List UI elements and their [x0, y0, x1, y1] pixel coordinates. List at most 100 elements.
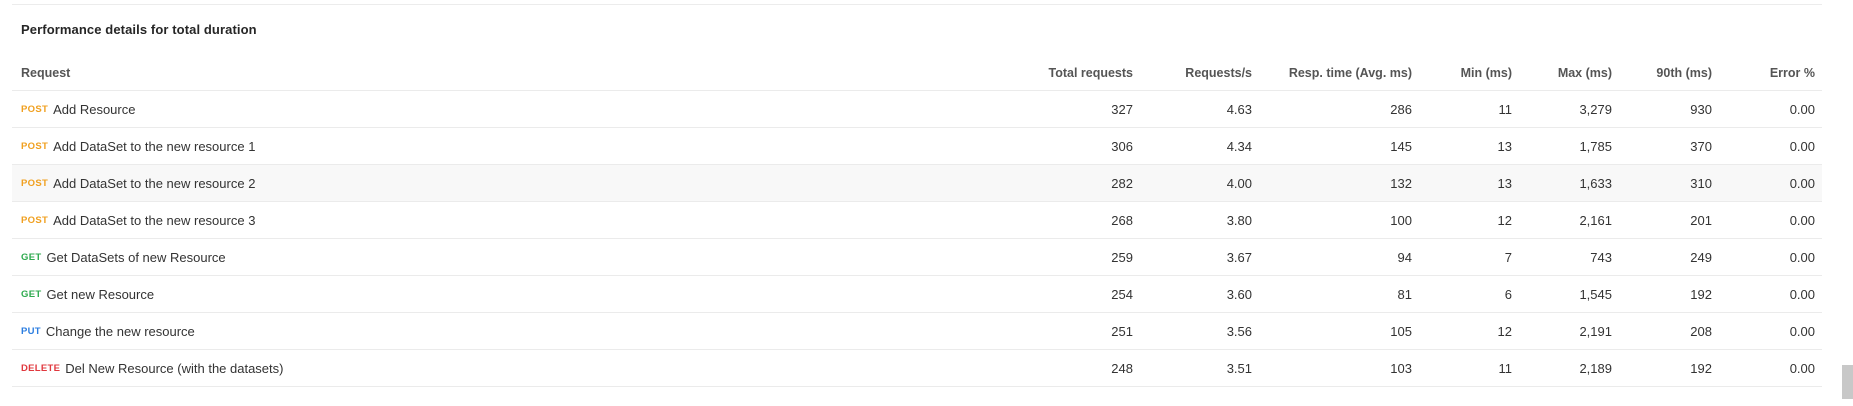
request-cell: POST Add Resource — [21, 91, 135, 127]
requests-per-second-cell: 4.34 — [1226, 138, 1252, 154]
min-cell: 11 — [1498, 360, 1513, 376]
error-percent-cell: 0.00 — [1789, 249, 1815, 265]
requests-per-second-cell: 4.00 — [1226, 175, 1252, 191]
p90-cell: 249 — [1690, 249, 1712, 265]
method-badge-post: POST — [21, 214, 49, 226]
response-time-cell: 100 — [1390, 212, 1412, 228]
request-cell: PUT Change the new resource — [21, 313, 195, 349]
min-cell: 11 — [1498, 101, 1513, 117]
p90-cell: 930 — [1690, 101, 1712, 117]
response-time-cell: 103 — [1390, 360, 1412, 376]
error-percent-cell: 0.00 — [1789, 212, 1815, 228]
response-time-cell: 94 — [1397, 249, 1412, 265]
total-requests-cell: 306 — [1111, 138, 1133, 154]
request-name: Add DataSet to the new resource 2 — [53, 175, 256, 191]
requests-per-second-cell: 3.67 — [1226, 249, 1252, 265]
method-badge-get: GET — [21, 251, 42, 263]
error-percent-cell: 0.00 — [1789, 360, 1815, 376]
header-request[interactable]: Request — [21, 55, 70, 90]
max-cell: 1,785 — [1579, 138, 1612, 154]
request-cell: GET Get new Resource — [21, 276, 154, 312]
response-time-cell: 145 — [1390, 138, 1412, 154]
request-name: Add DataSet to the new resource 3 — [53, 212, 256, 228]
requests-per-second-cell: 4.63 — [1226, 101, 1252, 117]
total-requests-cell: 327 — [1111, 101, 1133, 117]
method-badge-post: POST — [21, 140, 49, 152]
max-cell: 2,191 — [1579, 323, 1612, 339]
header-90th[interactable]: 90th (ms) — [1656, 55, 1712, 90]
requests-per-second-cell: 3.56 — [1226, 323, 1252, 339]
request-cell: POST Add DataSet to the new resource 1 — [21, 128, 255, 164]
table-row[interactable]: POST Add Resource 327 4.63 286 11 3,279 930 0.00 — [12, 91, 1822, 128]
p90-cell: 208 — [1690, 323, 1712, 339]
request-name: Del New Resource (with the datasets) — [65, 360, 284, 376]
method-badge-post: POST — [21, 177, 49, 189]
table-row[interactable]: POST Add DataSet to the new resource 1 306… — [12, 128, 1822, 165]
top-divider — [12, 4, 1822, 5]
min-cell: 13 — [1497, 138, 1512, 154]
total-requests-cell: 259 — [1111, 249, 1133, 265]
scrollbar-thumb[interactable] — [1842, 365, 1853, 399]
max-cell: 3,279 — [1579, 101, 1612, 117]
requests-per-second-cell: 3.51 — [1226, 360, 1252, 376]
error-percent-cell: 0.00 — [1789, 323, 1815, 339]
max-cell: 743 — [1590, 249, 1612, 265]
header-min[interactable]: Min (ms) — [1461, 55, 1512, 90]
min-cell: 12 — [1497, 323, 1512, 339]
method-badge-post: POST — [21, 103, 49, 115]
error-percent-cell: 0.00 — [1789, 175, 1815, 191]
table-row[interactable]: PUT Change the new resource 251 3.56 105 12 2,… — [12, 313, 1822, 350]
error-percent-cell: 0.00 — [1789, 286, 1815, 302]
table-body: POST Add Resource 327 4.63 286 11 3,279 930 0.00… — [12, 91, 1822, 387]
table-row[interactable]: GET Get DataSets of new Resource 259 3.67 94… — [12, 239, 1822, 276]
requests-per-second-cell: 3.80 — [1226, 212, 1252, 228]
total-requests-cell: 282 — [1111, 175, 1133, 191]
request-cell: DELETE Del New Resource (with the dataset… — [21, 350, 283, 386]
min-cell: 6 — [1504, 286, 1512, 302]
header-max[interactable]: Max (ms) — [1558, 55, 1612, 90]
requests-per-second-cell: 3.60 — [1226, 286, 1252, 302]
total-requests-cell: 254 — [1111, 286, 1133, 302]
section-title: Performance details for total duration — [21, 22, 257, 37]
min-cell: 12 — [1497, 212, 1512, 228]
total-requests-cell: 268 — [1111, 212, 1133, 228]
method-badge-delete: DELETE — [21, 362, 61, 374]
table-header-row: Request Total requests Requests/s Resp. … — [12, 55, 1822, 91]
p90-cell: 192 — [1690, 286, 1712, 302]
table-row[interactable]: POST Add DataSet to the new resource 3 268… — [12, 202, 1822, 239]
max-cell: 1,545 — [1579, 286, 1612, 302]
request-name: Change the new resource — [45, 323, 195, 339]
p90-cell: 192 — [1690, 360, 1712, 376]
request-name: Add DataSet to the new resource 1 — [53, 138, 256, 154]
header-total-requests[interactable]: Total requests — [1048, 55, 1133, 90]
min-cell: 13 — [1497, 175, 1512, 191]
request-name: Get new Resource — [46, 286, 155, 302]
p90-cell: 201 — [1690, 212, 1712, 228]
response-time-cell: 286 — [1390, 101, 1412, 117]
error-percent-cell: 0.00 — [1789, 138, 1815, 154]
total-requests-cell: 251 — [1111, 323, 1133, 339]
method-badge-put: PUT — [21, 325, 41, 337]
response-time-cell: 81 — [1397, 286, 1412, 302]
header-error-percent[interactable]: Error % — [1770, 55, 1815, 90]
request-name: Add Resource — [53, 101, 136, 117]
header-response-time[interactable]: Resp. time (Avg. ms) — [1289, 55, 1412, 90]
table-row[interactable]: GET Get new Resource 254 3.60 81 6 1,545 192 0.0… — [12, 276, 1822, 313]
request-cell: POST Add DataSet to the new resource 3 — [21, 202, 255, 238]
p90-cell: 310 — [1690, 175, 1712, 191]
request-cell: POST Add DataSet to the new resource 2 — [21, 165, 255, 201]
p90-cell: 370 — [1690, 138, 1712, 154]
request-name: Get DataSets of new Resource — [46, 249, 226, 265]
header-requests-per-second[interactable]: Requests/s — [1185, 55, 1252, 90]
max-cell: 2,161 — [1579, 212, 1612, 228]
table-row[interactable]: DELETE Del New Resource (with the dataset… — [12, 350, 1822, 387]
table-row[interactable]: POST Add DataSet to the new resource 2 282… — [12, 165, 1822, 202]
max-cell: 2,189 — [1579, 360, 1612, 376]
performance-table: Request Total requests Requests/s Resp. … — [12, 55, 1822, 387]
request-cell: GET Get DataSets of new Resource — [21, 239, 226, 275]
total-requests-cell: 248 — [1111, 360, 1133, 376]
response-time-cell: 105 — [1390, 323, 1412, 339]
max-cell: 1,633 — [1579, 175, 1612, 191]
error-percent-cell: 0.00 — [1789, 101, 1815, 117]
method-badge-get: GET — [21, 288, 42, 300]
